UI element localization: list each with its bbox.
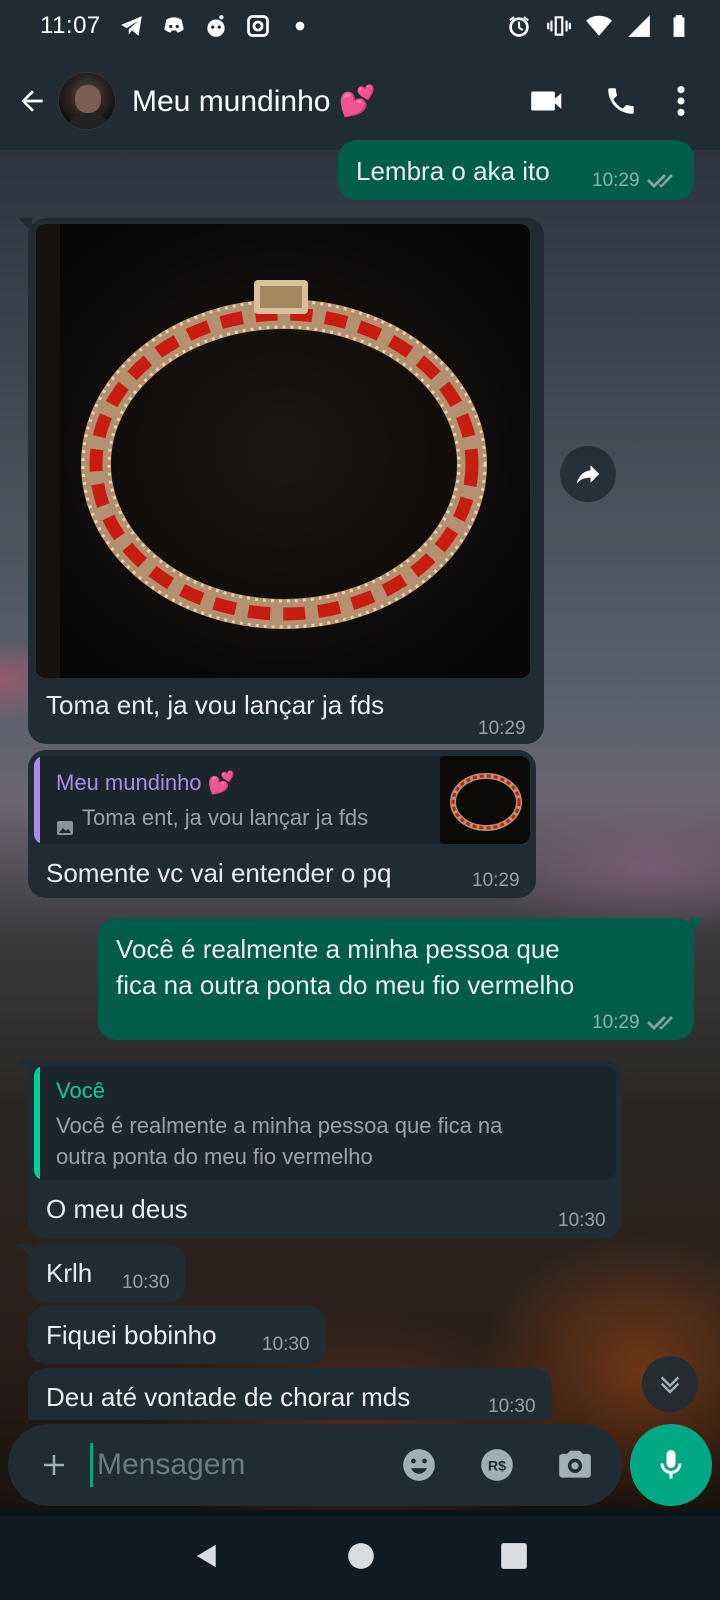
message-bubble-outgoing[interactable]: Lembra o aka ito 10:29 (338, 140, 694, 200)
nav-back-button[interactable] (192, 1541, 222, 1576)
contact-name[interactable]: Meu mundinho 💕 (132, 84, 376, 119)
message-time: 10:29 (592, 1012, 640, 1033)
more-options-button[interactable] (676, 84, 686, 118)
system-navigation-bar (0, 1516, 720, 1600)
quoted-message[interactable]: Meu mundinho 💕 Toma ent, ja vou lançar j… (34, 756, 530, 844)
circle-home-icon (348, 1542, 374, 1569)
video-call-icon (531, 91, 562, 111)
contact-avatar[interactable] (58, 72, 116, 130)
double-check-icon (646, 1013, 676, 1033)
emoji-button[interactable] (394, 1440, 444, 1490)
chat-header: Meu mundinho 💕 (0, 52, 720, 150)
image-caption: Toma ent, ja vou lançar ja fds (46, 690, 385, 720)
reddit-icon (203, 13, 229, 39)
more-vert-icon (677, 86, 685, 116)
voice-call-icon (608, 88, 634, 114)
voice-call-button[interactable] (604, 84, 638, 118)
message-text: Krlh (46, 1258, 93, 1288)
status-time: 11:07 (40, 12, 101, 39)
instagram-icon (245, 13, 271, 39)
message-bubble-reply[interactable]: Meu mundinho 💕 Toma ent, ja vou lançar j… (28, 750, 536, 898)
telegram-icon (119, 13, 145, 39)
quote-bar (34, 1066, 40, 1180)
quoted-message[interactable]: Você Você é realmente a minha pessoa que… (34, 1066, 616, 1180)
chevrons-down-icon (660, 1376, 680, 1394)
dot-icon (287, 13, 313, 39)
alarm-icon (506, 13, 532, 39)
message-bubble-outgoing[interactable]: Você é realmente a minha pessoa que fica… (98, 918, 704, 1040)
triangle-back-icon (197, 1544, 217, 1567)
scroll-to-bottom-button[interactable] (642, 1356, 698, 1412)
message-text: Fiquei bobinho (46, 1320, 217, 1350)
video-call-button[interactable] (528, 82, 566, 120)
square-recents-icon (500, 1542, 527, 1569)
message-bubble-reply[interactable]: Você Você é realmente a minha pessoa que… (18, 1060, 622, 1238)
plus-icon (44, 1455, 64, 1475)
message-time: 10:30 (488, 1396, 536, 1417)
status-bar: 11:07 (0, 0, 720, 52)
message-time: 10:30 (262, 1334, 310, 1355)
nav-recents-button[interactable] (500, 1542, 528, 1575)
vibrate-icon (546, 13, 572, 39)
camera-button[interactable] (550, 1440, 600, 1490)
quote-thumbnail (440, 756, 530, 844)
nav-home-button[interactable] (347, 1542, 375, 1575)
quote-bar (34, 756, 40, 844)
svg-text:R$: R$ (488, 1459, 506, 1475)
message-input[interactable] (97, 1448, 357, 1482)
message-time: 10:30 (122, 1272, 170, 1293)
camera-icon (559, 1450, 591, 1478)
forward-icon (576, 465, 600, 484)
payment-icon: R$ (481, 1449, 513, 1481)
message-text: Lembra o aka ito (356, 156, 550, 186)
discord-icon (161, 13, 187, 39)
bracelet-photo (36, 224, 530, 678)
arrow-left-icon (21, 90, 43, 112)
voice-record-button[interactable] (630, 1424, 712, 1506)
mic-icon (660, 1450, 682, 1479)
double-check-icon (646, 171, 676, 191)
quote-author: Meu mundinho 💕 (56, 770, 236, 795)
back-button[interactable] (12, 81, 52, 121)
image-attachment[interactable] (36, 224, 530, 678)
wifi-icon (586, 13, 612, 39)
message-bubble-incoming[interactable]: Fiquei bobinho 10:30 (28, 1306, 326, 1364)
signal-icon (626, 13, 652, 39)
quote-text: Toma ent, ja vou lançar ja fds (82, 805, 369, 830)
photo-small-icon (56, 812, 74, 835)
quote-author: Você (56, 1078, 105, 1103)
message-time: 10:29 (478, 718, 526, 739)
attach-button[interactable] (34, 1445, 74, 1485)
message-bubble-incoming[interactable]: Deu até vontade de chorar mds 10:30 (28, 1368, 552, 1420)
emoji-icon (403, 1449, 435, 1481)
battery-icon (666, 13, 692, 39)
message-text: O meu deus (46, 1194, 188, 1224)
payment-button[interactable]: R$ (472, 1440, 522, 1490)
message-text-line: fica na outra ponta do meu fio vermelho (116, 970, 575, 1000)
message-text: Deu até vontade de chorar mds (46, 1382, 411, 1412)
message-time: 10:29 (472, 870, 520, 891)
message-text: Somente vc vai entender o pq (46, 858, 392, 888)
quote-text-line: outra ponta do meu fio vermelho (56, 1144, 373, 1169)
message-bubble-incoming[interactable]: Krlh 10:30 (18, 1244, 186, 1302)
quote-text-line: Você é realmente a minha pessoa que fica… (56, 1113, 503, 1138)
text-cursor (90, 1443, 93, 1487)
message-composer: R$ (8, 1424, 622, 1506)
message-time: 10:30 (558, 1210, 606, 1231)
message-time: 10:29 (592, 170, 640, 191)
message-text-line: Você é realmente a minha pessoa que (116, 934, 560, 964)
forward-button[interactable] (560, 446, 616, 502)
